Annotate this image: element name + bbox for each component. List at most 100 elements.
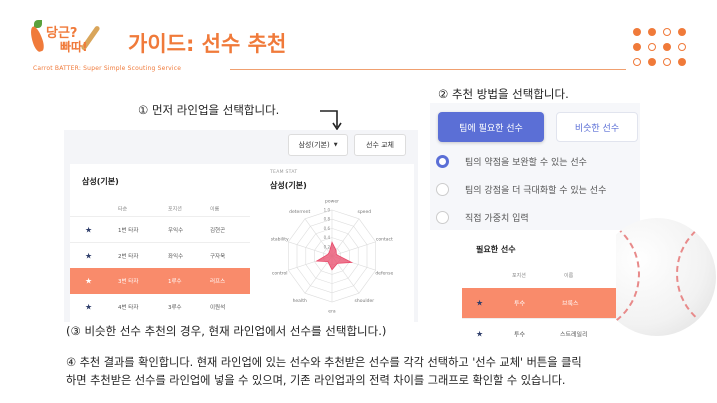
radio-icon[interactable] [436,210,449,224]
lineup-panel: 삼성(기본) ▼ 선수 교체 삼성(기본) 타순 포지션 이름 ★ 1번 타자 … [64,130,418,322]
radar-tick-label: 0.2 [324,244,331,249]
dot [663,58,671,66]
dot [678,28,686,36]
caret-down-icon: ▼ [333,142,338,148]
col-order: 타순 [118,206,128,213]
recommend-card: 필요한 선수 포지션 이름 ★ 투수 브룩스 ★ 투수 스트레일리 [462,232,616,342]
row-name: 구자욱 [210,253,226,260]
option-weakness[interactable]: 팀의 약점을 보완할 수 있는 선수 [436,153,587,169]
decorative-dots [633,28,693,76]
table-row-selected[interactable]: ★ 투수 브룩스 [462,288,616,318]
dot [633,43,641,51]
dot [678,43,686,51]
dot [663,43,671,51]
dot [663,28,671,36]
col-position: 포지션 [168,206,182,213]
team-dropdown-value: 삼성(기본) [298,141,330,149]
option-custom-weight[interactable]: 직접 가중치 입력 [436,209,529,225]
col-name: 이름 [564,273,574,279]
row-position: 투수 [514,300,526,308]
radar-axis-label-stability: stability [271,237,289,243]
star-icon[interactable]: ★ [85,277,92,286]
method-panel: 팀에 필요한 선수 비슷한 선수 팀의 약점을 보완할 수 있는 선수 팀의 강… [430,103,640,230]
radar-axis-label-defense: defense [375,271,393,277]
lineup-title: 삼성(기본) [82,177,119,186]
option-label: 팀의 약점을 보완할 수 있는 선수 [465,157,587,168]
row-name: 러프스 [210,279,226,285]
dot [648,43,656,51]
radar-axis-line [331,241,376,257]
row-order: 1번 타자 [118,227,139,234]
carrot-icon [28,25,46,53]
radar-tick-label: 1.0 [324,208,331,213]
row-order: 2번 타자 [118,253,139,260]
radar-axis-label-health: health [293,298,307,304]
row-order: 4번 타자 [118,305,139,311]
step-1-caption: ① 먼저 라인업을 선택합니다. [138,103,280,117]
option-strength[interactable]: 팀의 강점을 더 극대화할 수 있는 선수 [436,181,606,197]
team-stat-label: TEAM STAT [270,170,298,175]
team-stat-radar-chart: power speed contact defense shoulder era healt… [271,199,394,315]
dot [633,28,641,36]
radar-tick-label: 0.6 [324,226,331,231]
dot [678,58,686,66]
radar-tick-label: 0.4 [324,235,331,240]
row-name: 김현곤 [210,227,226,234]
radio-icon[interactable] [436,182,449,196]
radar-axis-label-control: control [272,271,288,277]
star-icon[interactable]: ★ [476,299,483,308]
table-row[interactable]: ★ 2번 타자 좌익수 구자욱 [70,242,262,268]
radar-axis-label-era: era [328,309,336,315]
recommend-title: 필요한 선수 [476,245,516,254]
row-position: 좌익수 [168,253,184,260]
radio-selected-icon[interactable] [436,154,449,168]
logo: 당근? 빠따! [28,20,122,56]
team-stat-card: TEAM STAT 삼성(기본) power speed contact defens… [250,164,414,322]
radar-tick-label: 0.8 [324,217,331,222]
swap-player-button[interactable]: 선수 교체 [354,134,406,156]
step-4-caption-line2: 하면 추천받은 선수를 라인업에 넣을 수 있으며, 기존 라인업과의 전력 차… [66,374,566,387]
radar-axis-label-contact: contact [376,237,393,243]
lineup-table-header: 타순 포지션 이름 [70,202,262,216]
team-dropdown[interactable]: 삼성(기본) ▼ [288,134,348,156]
row-position: 3루수 [168,305,182,311]
radar-axis-label-shoulder: shoulder [355,298,375,304]
row-position: 투수 [514,331,526,338]
tab-team-needs[interactable]: 팀에 필요한 선수 [438,112,544,142]
row-position: 1루수 [168,279,182,285]
dot [648,58,656,66]
star-icon[interactable]: ★ [85,251,92,260]
step-2-caption: ② 추천 방법을 선택합니다. [438,87,569,101]
page-subtitle: Carrot BATTER: Super Simple Scouting Ser… [33,65,182,72]
header-divider [230,69,626,70]
baseball-seam [676,218,716,334]
radar-axis-label-speed: speed [357,209,371,215]
page-title: 가이드: 선수 추천 [128,32,287,56]
table-row-selected[interactable]: ★ 3번 타자 1루수 러프스 [70,268,262,294]
table-row[interactable]: ★ 1번 타자 우익수 김현곤 [70,216,262,242]
star-icon[interactable]: ★ [476,329,483,338]
logo-text-2: 빠따! [60,40,88,54]
table-row[interactable]: ★ 4번 타자 3루수 이원석 [70,294,262,320]
option-label: 직접 가중치 입력 [465,213,529,224]
step-3-caption: (③ 비슷한 선수 추천의 경우, 현재 라인업에서 선수를 선택합니다.) [66,324,387,338]
star-icon[interactable]: ★ [85,225,92,234]
row-position: 우익수 [168,227,184,234]
step-4-caption-line1: ④ 추천 결과를 확인합니다. 현재 라인업에 있는 선수와 추천받은 선수를 … [66,356,582,369]
row-order: 3번 타자 [118,279,139,285]
table-row[interactable]: ★ 투수 스트레일리 [462,318,616,348]
tab-similar-players[interactable]: 비슷한 선수 [556,112,638,142]
team-stat-team: 삼성(기본) [270,181,307,190]
option-label: 팀의 강점을 더 극대화할 수 있는 선수 [465,185,607,196]
dot [633,58,641,66]
lineup-card: 삼성(기본) 타순 포지션 이름 ★ 1번 타자 우익수 김현곤 ★ 2번 타자… [70,164,262,322]
radar-axis-label-power: power [325,199,339,205]
col-name: 이름 [210,206,220,213]
row-name: 이원석 [210,305,226,311]
col-position: 포지션 [512,273,526,279]
star-icon[interactable]: ★ [85,303,92,312]
radar-axis-label-deterrent: deterrent [289,209,310,215]
row-name: 스트레일리 [560,331,588,338]
row-name: 브룩스 [562,300,579,308]
dot [648,28,656,36]
